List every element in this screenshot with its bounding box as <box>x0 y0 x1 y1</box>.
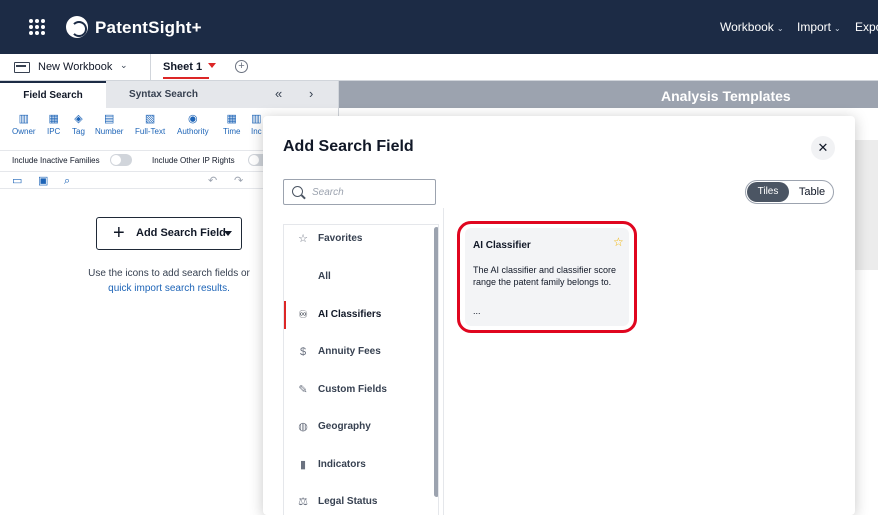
number-field-button[interactable]: ▤ Number <box>95 112 123 136</box>
tab-syntax-search[interactable]: Syntax Search <box>106 81 221 108</box>
analysis-title: Analysis Templates <box>661 88 791 104</box>
field-search-box[interactable] <box>283 179 436 205</box>
owner-icon: ▥ <box>18 113 29 125</box>
dialog-title: Add Search Field <box>283 138 414 155</box>
active-sheet-indicator <box>163 77 209 79</box>
ai-classifier-tile[interactable]: AI Classifier ☆ The AI classifier and cl… <box>457 221 637 333</box>
workbook-name[interactable]: New Workbook <box>38 61 112 73</box>
view-tiles-button[interactable]: Tiles <box>747 182 789 202</box>
category-legal-status[interactable]: ⚖ Legal Status <box>284 488 432 515</box>
view-table-button[interactable]: Table <box>793 182 831 202</box>
pencil-icon: ✎ <box>298 384 308 396</box>
calendar-icon: ▦ <box>226 113 237 125</box>
double-chevron-left-icon[interactable]: « <box>275 86 282 101</box>
chevron-down-icon: ⌄ <box>776 24 784 33</box>
analysis-header: Analysis Templates <box>339 81 878 108</box>
category-indicators[interactable]: ▮ Indicators <box>284 451 432 479</box>
dollar-icon: $ <box>299 346 307 358</box>
tag-icon: ◈ <box>74 113 83 125</box>
tile-description: The AI classifier and classifier score r… <box>473 265 617 287</box>
favorite-star-icon[interactable]: ☆ <box>613 236 624 248</box>
authority-field-button[interactable]: ◉ Authority <box>177 112 209 136</box>
more-icon: ▥ <box>251 113 262 125</box>
full-text-field-button[interactable]: ▧ Full-Text <box>135 112 165 136</box>
chevron-right-icon[interactable]: › <box>309 86 313 101</box>
nav-import[interactable]: Import ⌄ <box>797 20 841 34</box>
number-icon: ▤ <box>104 113 115 125</box>
analysis-background-card <box>855 140 878 270</box>
close-icon[interactable]: ✕ <box>811 136 835 160</box>
category-favorites[interactable]: ☆ Favorites <box>284 225 432 253</box>
open-folder-icon[interactable]: ▭ <box>12 174 22 188</box>
tile-title: AI Classifier <box>473 240 531 251</box>
chevron-down-icon: ⌄ <box>834 24 841 33</box>
search-tabs: Field Search Syntax Search « › <box>0 81 338 108</box>
ipc-field-button[interactable]: ▦ IPC <box>47 112 60 136</box>
chevron-down-icon[interactable]: ⌄ <box>120 60 128 71</box>
category-list: ☆ Favorites All ♾ AI Classifiers $ Annui… <box>283 224 439 515</box>
tab-field-search[interactable]: Field Search <box>0 81 106 108</box>
include-other-ip-label: Include Other IP Rights <box>152 156 235 165</box>
add-search-field-label: Add Search Field <box>136 227 226 239</box>
category-all[interactable]: All <box>284 263 432 291</box>
include-inactive-label: Include Inactive Families <box>12 156 100 165</box>
category-scrollbar[interactable] <box>434 227 438 497</box>
field-search-input[interactable] <box>312 185 430 200</box>
workbook-bar: New Workbook ⌄ Sheet 1 + <box>0 54 878 81</box>
add-sheet-icon[interactable]: + <box>235 60 248 73</box>
nav-export[interactable]: Expo <box>855 20 878 34</box>
save-icon[interactable]: ▣ <box>38 174 48 188</box>
category-ai-classifiers[interactable]: ♾ AI Classifiers <box>284 301 432 329</box>
panel-divider <box>443 208 444 515</box>
category-annuity-fees[interactable]: $ Annuity Fees <box>284 338 432 366</box>
include-inactive-toggle[interactable] <box>110 154 132 166</box>
search-icon <box>292 186 303 197</box>
redo-icon[interactable]: ↷ <box>234 174 243 188</box>
globe-icon: ◉ <box>187 113 198 125</box>
plus-icon: + <box>113 222 125 244</box>
view-toggle: Tiles Table <box>745 180 834 204</box>
workbook-icon <box>14 62 30 73</box>
binoculars-icon: ♾ <box>298 309 308 321</box>
sheet-menu-caret-icon[interactable] <box>208 63 216 68</box>
category-geography[interactable]: ◍ Geography <box>284 413 432 441</box>
nav-workbook[interactable]: Workbook ⌄ <box>720 20 784 34</box>
undo-icon[interactable]: ↶ <box>208 174 217 188</box>
tile-ellipsis: ... <box>473 306 481 316</box>
top-navbar: PatentSight+ Workbook⌄ Import⌄ Expo <box>0 0 878 54</box>
tag-field-button[interactable]: ◈ Tag <box>72 112 85 136</box>
add-search-field-button[interactable]: + Add Search Field <box>96 217 242 250</box>
add-search-field-dialog: Add Search Field ✕ Tiles Table ☆ Favorit… <box>263 116 855 515</box>
caret-down-icon <box>224 231 232 236</box>
time-field-button[interactable]: ▦ Time <box>223 112 240 136</box>
app-grid-icon[interactable] <box>29 19 45 35</box>
zoom-icon[interactable]: ⌕ <box>64 174 70 188</box>
tile-body: AI Classifier ☆ The AI classifier and cl… <box>465 228 629 326</box>
brand-name: PatentSight+ <box>95 18 202 37</box>
star-icon: ☆ <box>298 233 308 245</box>
bar-chart-icon: ▮ <box>299 459 307 471</box>
category-custom-fields[interactable]: ✎ Custom Fields <box>284 376 432 404</box>
owner-field-button[interactable]: ▥ Owner <box>12 112 36 136</box>
patentsight-logo-icon <box>66 16 88 38</box>
gavel-icon: ⚖ <box>298 496 308 508</box>
full-text-icon: ▧ <box>144 113 156 125</box>
sheet-label: Sheet 1 <box>163 61 203 73</box>
ipc-icon: ▦ <box>48 113 59 125</box>
tab-sheet-1[interactable]: Sheet 1 <box>150 54 230 81</box>
globe-icon: ◍ <box>298 421 308 433</box>
more-field-button[interactable]: ▥ Inc <box>251 112 262 136</box>
